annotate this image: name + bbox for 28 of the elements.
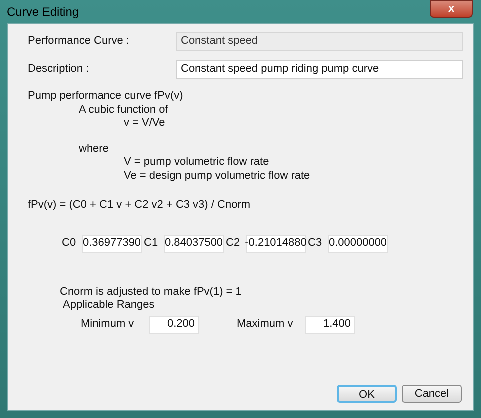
coefficient-label: C3 <box>307 236 324 252</box>
coefficient-field[interactable]: 0.00000000 <box>328 234 388 252</box>
close-button[interactable]: x <box>430 0 473 18</box>
caption-text: Ve = design pump volumetric flow rate <box>123 170 312 183</box>
range-field[interactable]: 0.200 <box>149 316 199 334</box>
section-label: Applicable Ranges <box>62 298 156 312</box>
coefficient-label: C2 <box>225 236 242 252</box>
note-text: Cnorm is adjusted to make fPv(1) = 1 <box>60 286 243 298</box>
range-label: Minimum v <box>81 317 136 332</box>
caption-text: V = pump volumetric flow rate <box>123 156 270 170</box>
coefficient-label: C0 <box>61 236 78 252</box>
window-title: Curve Editing <box>7 4 80 20</box>
range-label: Maximum v <box>237 317 294 332</box>
field-label: Performance Curve : <box>28 34 130 50</box>
caption-text: where <box>78 142 110 156</box>
caption-text: v = V/Ve <box>123 117 166 130</box>
caption-text: A cubic function of <box>78 104 170 117</box>
dialog-button[interactable]: OK <box>337 385 397 403</box>
coefficient-label: C1 <box>143 236 160 252</box>
field-label: Description : <box>28 62 90 78</box>
coefficient-field[interactable]: 0.84037500 <box>164 234 224 252</box>
coefficient-field[interactable]: 0.36977390 <box>82 234 142 252</box>
text-field[interactable]: Constant speed pump riding pump curve <box>176 60 463 79</box>
dialog-button[interactable]: Cancel <box>402 385 462 403</box>
caption-text: Pump performance curve fPv(v) <box>28 90 184 104</box>
coefficient-field[interactable]: -0.21014880 <box>246 234 306 252</box>
range-field[interactable]: 1.400 <box>305 316 355 334</box>
formula-text: fPv(v) = (C0 + C1 v + C2 v2 + C3 v3) / Cnorm <box>28 199 251 211</box>
